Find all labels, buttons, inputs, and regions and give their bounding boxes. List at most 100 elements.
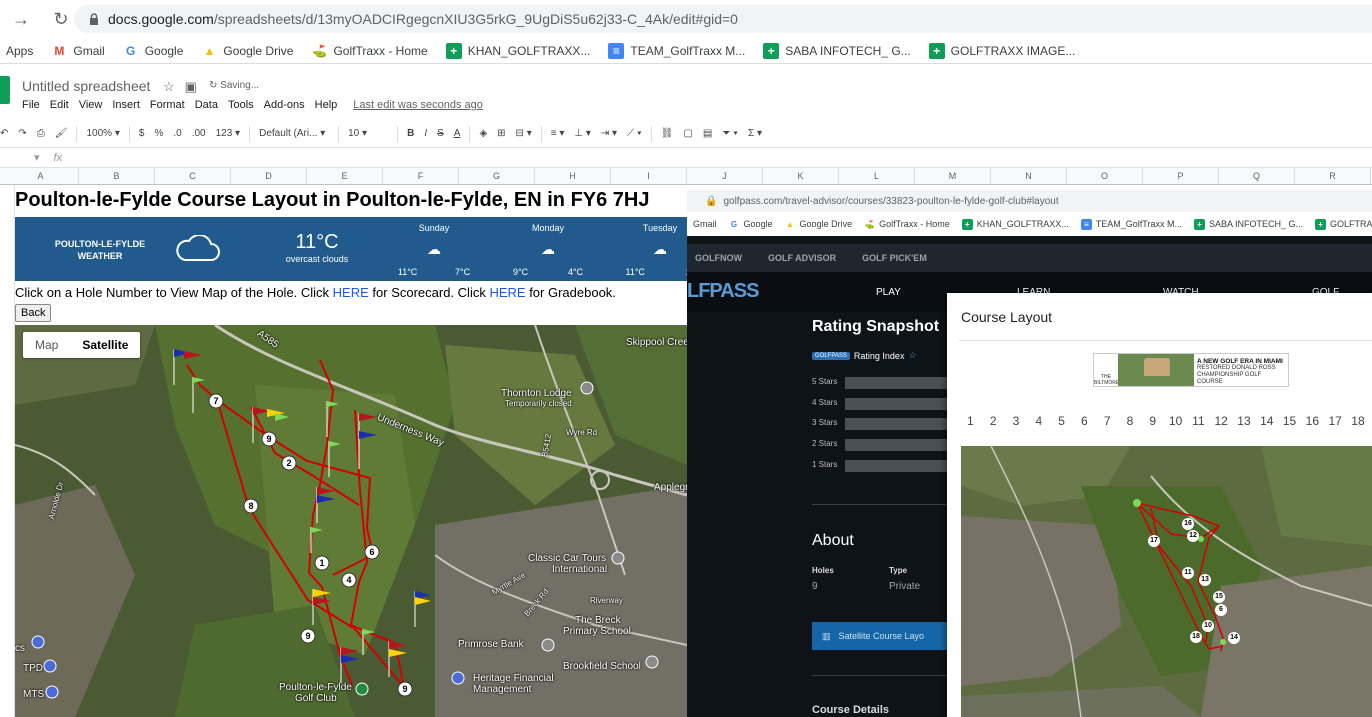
bookmark-images[interactable]: + GOLFTRAXX IMAGE... [928,42,1075,59]
print-icon[interactable]: ⎙ [37,128,45,139]
merge-cells-icon[interactable]: ⊟ ▾ [516,128,532,139]
weather-widget[interactable]: POULTON-LE-FYLDE WEATHER 11°C overcast c… [15,217,687,281]
hole-tab-5[interactable]: 5 [1050,414,1073,428]
gradebook-link[interactable]: HERE [489,285,525,300]
bookmark-saba[interactable]: + SABA INFOTECH_ G... [763,42,911,59]
star-icon[interactable]: ☆ [163,79,175,95]
nav-play[interactable]: PLAY [876,287,901,298]
text-color-button[interactable]: A [454,128,461,139]
redo-icon[interactable]: ↷ [18,128,26,139]
column-header-c[interactable]: C [155,168,231,184]
bookmark-gmail[interactable]: Gmail [693,219,717,229]
chart-icon[interactable]: ▤ [703,128,712,139]
bookmark-khan[interactable]: + KHAN_GOLFTRAXX... [445,42,590,59]
hole-marker-9b[interactable]: 9 [300,628,316,644]
column-header-n[interactable]: N [991,168,1067,184]
vertical-align-icon[interactable]: ⊥ ▾ [574,128,591,139]
hole-tab-4[interactable]: 4 [1027,414,1050,428]
functions-button[interactable]: Σ ▾ [748,128,762,139]
column-header-l[interactable]: L [839,168,915,184]
advertisement-banner[interactable]: THE BILTMORE A NEW GOLF ERA IN MIAMI RES… [1093,353,1289,387]
hole-marker-9a[interactable]: 9 [261,431,277,447]
hole-marker-7[interactable]: 7 [208,393,224,409]
hole-marker-9c[interactable]: 9 [397,681,413,697]
column-header-o[interactable]: O [1067,168,1143,184]
menu-view[interactable]: View [79,99,103,111]
italic-button[interactable]: I [424,128,427,139]
course-map-hole-17[interactable]: 17 [1148,535,1160,547]
address-bar[interactable]: docs.google.com/spreadsheets/d/13myOADCI… [74,5,1372,33]
strikethrough-button[interactable]: S [437,128,444,139]
link-icon[interactable]: ⛓ [661,128,674,139]
hole-tab-8[interactable]: 8 [1119,414,1142,428]
hole-tab-7[interactable]: 7 [1096,414,1119,428]
golfpass-logo[interactable]: LFPASS [687,280,759,303]
bookmark-drive[interactable]: ▲ Google Drive [785,219,852,230]
doc-title[interactable]: Untitled spreadsheet [22,78,150,94]
borders-icon[interactable]: ⊞ [497,128,505,139]
horizontal-align-icon[interactable]: ≡ ▾ [551,128,565,139]
sheets-logo-icon[interactable] [0,76,10,104]
course-satellite-map[interactable]: 16 12 17 11 13 15 6 10 18 14 [961,446,1372,717]
hole-marker-8[interactable]: 8 [243,498,259,514]
bold-button[interactable]: B [407,128,414,139]
hole-tab-3[interactable]: 3 [1005,414,1028,428]
hole-tab-14[interactable]: 14 [1255,414,1278,428]
menu-addons[interactable]: Add-ons [264,99,305,111]
satellite-layout-button[interactable]: ▥ Satellite Course Layo [812,622,952,650]
map-tab-map[interactable]: Map [23,332,70,358]
hole-marker-6[interactable]: 6 [364,544,380,560]
formula-input[interactable] [72,150,1272,166]
course-map-hole-11[interactable]: 11 [1182,567,1194,579]
menu-help[interactable]: Help [315,99,338,111]
hole-tab-13[interactable]: 13 [1233,414,1256,428]
nav-golf-advisor[interactable]: GOLF ADVISOR [768,253,836,263]
column-header-a[interactable]: A [3,168,79,184]
course-map-hole-6[interactable]: 6 [1215,604,1227,616]
text-rotate-icon[interactable]: ⟋ ▾ [627,128,642,139]
reload-icon[interactable]: ↻ [48,6,74,32]
bookmark-images[interactable]: +GOLFTRAXX IM [1315,218,1372,230]
column-header-d[interactable]: D [231,168,307,184]
back-button[interactable]: Back [15,304,52,322]
column-header-q[interactable]: Q [1219,168,1295,184]
menu-insert[interactable]: Insert [112,99,140,111]
bookmark-google[interactable]: G Google [123,43,183,59]
menu-data[interactable]: Data [195,99,218,111]
column-header-e[interactable]: E [307,168,383,184]
hole-marker-4[interactable]: 4 [341,572,357,588]
hole-tab-1[interactable]: 1 [959,414,982,428]
hole-tab-17[interactable]: 17 [1324,414,1347,428]
hole-marker-1[interactable]: 1 [314,555,330,571]
column-header-k[interactable]: K [763,168,839,184]
menu-edit[interactable]: Edit [50,99,69,111]
column-header-r[interactable]: R [1295,168,1371,184]
hole-tab-15[interactable]: 15 [1278,414,1301,428]
bookmark-saba[interactable]: + SABA INFOTECH_ G... [1193,218,1303,230]
hole-tab-11[interactable]: 11 [1187,414,1210,428]
bookmark-khan[interactable]: + KHAN_GOLFTRAXX... [961,218,1069,230]
undo-icon[interactable]: ↶ [0,128,8,139]
menu-file[interactable]: File [22,99,40,111]
text-wrap-icon[interactable]: ⇥ ▾ [601,128,617,139]
bookmark-gmail[interactable]: M Gmail [51,43,104,59]
hole-tab-2[interactable]: 2 [982,414,1005,428]
filter-icon[interactable]: ⏷ ▾ [722,128,738,139]
more-formats-select[interactable]: 123 ▾ [216,128,241,139]
column-header-i[interactable]: I [611,168,687,184]
column-header-h[interactable]: H [535,168,611,184]
hole-marker-2[interactable]: 2 [281,455,297,471]
move-folder-icon[interactable]: ▣ [185,79,197,95]
bookmark-apps[interactable]: Apps [6,44,33,58]
decrease-decimal-button[interactable]: .0 [173,128,181,139]
menu-tools[interactable]: Tools [228,99,254,111]
name-box-dropdown-icon[interactable]: ▾ [34,151,40,164]
column-header-j[interactable]: J [687,168,763,184]
zoom-select[interactable]: 100% ▾ [86,128,119,139]
hole-tab-9[interactable]: 9 [1141,414,1164,428]
hole-tab-16[interactable]: 16 [1301,414,1324,428]
column-header-f[interactable]: F [383,168,459,184]
course-map-hole-18[interactable]: 18 [1190,631,1202,643]
course-map-hole-15[interactable]: 15 [1213,591,1225,603]
bookmark-drive[interactable]: ▲ Google Drive [201,43,293,59]
